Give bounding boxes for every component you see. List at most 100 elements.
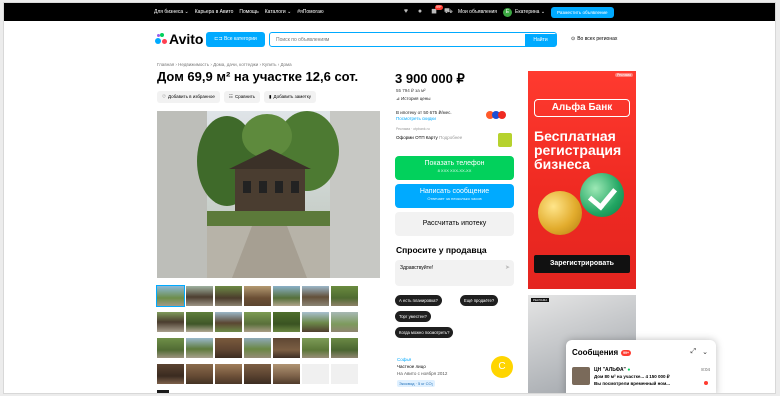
mortgage-offer: В ипотеку от 50 675 ₽/мес. Посмотреть ск… xyxy=(396,110,452,122)
video-thumbnail-marker[interactable] xyxy=(157,390,169,393)
user-menu[interactable]: Е Екатерина ⌄ xyxy=(503,7,545,17)
chip-bargain[interactable]: Торг уместен? xyxy=(395,311,431,322)
chip-when-visit[interactable]: Когда можно посмотреть? xyxy=(395,327,454,338)
mortgage-calc-button[interactable]: Рассчитать ипотеку xyxy=(395,212,514,236)
chart-icon: ⊿ xyxy=(396,96,400,101)
thumbnail[interactable] xyxy=(244,364,271,384)
chat-sender[interactable]: ЦН "АЛЬФА" ● xyxy=(594,367,630,373)
notifications-bell-icon[interactable]: ● xyxy=(416,8,424,16)
page-title: Дом 69,9 м² на участке 12,6 сот. xyxy=(157,69,359,84)
thumbnail[interactable] xyxy=(244,338,271,358)
ask-seller-input[interactable]: Здравствуйте! ➤ xyxy=(395,260,514,286)
compare-button[interactable]: ☷ Сравнить xyxy=(223,91,261,103)
alfa-bank-ad[interactable]: Реклама Альфа Банк Бесплатная регистраци… xyxy=(528,71,636,289)
topbar-link-ihelp[interactable]: #яПомогаю xyxy=(297,9,323,15)
price-history-link[interactable]: ⊿ История цены xyxy=(396,96,431,102)
browser-page: Для бизнеса ⌄ Карьера в Авито Помощь Кат… xyxy=(3,2,776,394)
seller-avatar[interactable]: С xyxy=(491,356,513,378)
region-selector[interactable]: ⊙ Во всех регионах xyxy=(571,36,617,42)
chip-plan[interactable]: А есть планировка? xyxy=(395,295,442,306)
thumbnail[interactable] xyxy=(302,312,329,332)
thumbnail[interactable] xyxy=(186,312,213,332)
messages-title[interactable]: Сообщения 99+ xyxy=(572,348,632,357)
otp-ad[interactable]: Оформи ОТП Карту Подробнее xyxy=(396,135,462,140)
thumbnail[interactable] xyxy=(244,312,271,332)
register-button[interactable]: Зарегистрировать xyxy=(534,255,630,273)
logo-text: Avito xyxy=(169,31,204,47)
otp-logo-icon xyxy=(498,133,512,147)
otp-more[interactable]: Подробнее xyxy=(439,135,462,140)
post-ad-button[interactable]: Разместить объявление xyxy=(551,6,614,18)
compare-icon: ☷ xyxy=(228,94,233,99)
search-button[interactable]: Найти xyxy=(525,33,556,46)
chat-thumbnail[interactable] xyxy=(572,367,590,385)
thumbnail[interactable] xyxy=(157,312,184,332)
heart-icon: ♡ xyxy=(162,94,167,99)
thumbnail[interactable] xyxy=(157,338,184,358)
add-favorite-button[interactable]: ♡ Добавить в избранное xyxy=(157,91,220,103)
search-bar: Найти xyxy=(269,32,557,47)
show-phone-label: Показать телефон xyxy=(424,160,485,167)
write-message-button[interactable]: Написать сообщение Отвечает за несколько… xyxy=(395,184,514,208)
all-categories-button[interactable]: ⊏⊐ Все категории xyxy=(206,32,265,47)
topbar-link-business[interactable]: Для бизнеса ⌄ xyxy=(154,9,189,15)
thumbnail[interactable] xyxy=(273,338,300,358)
thumbnail[interactable] xyxy=(331,312,358,332)
seller-since: На Авито с ноября 2012 xyxy=(397,371,448,376)
thumbnail[interactable] xyxy=(244,286,271,306)
seller-name[interactable]: Софья xyxy=(397,357,411,362)
thumbnail[interactable] xyxy=(186,338,213,358)
thumbnail[interactable] xyxy=(302,364,329,384)
ad-marker: Реклама · otpbank.ru xyxy=(396,127,430,131)
search-input[interactable] xyxy=(270,33,525,46)
avito-logo[interactable]: Avito xyxy=(155,31,203,47)
mortgage-discount-link[interactable]: Посмотреть скидки xyxy=(396,116,452,122)
bank-logos xyxy=(486,111,506,119)
show-phone-button[interactable]: Показать телефон 8 XXX XXX-XX-XX xyxy=(395,156,514,180)
thumbnail[interactable] xyxy=(273,312,300,332)
online-dot-icon: ● xyxy=(627,367,631,373)
house-photo-image xyxy=(157,111,380,278)
messages-title-text: Сообщения xyxy=(572,348,619,357)
thumbnail[interactable] xyxy=(273,364,300,384)
thumbnail[interactable] xyxy=(157,364,184,384)
add-favorite-label: Добавить в избранное xyxy=(168,94,215,99)
thumbnail[interactable] xyxy=(302,338,329,358)
expand-icon[interactable]: ⤢ xyxy=(691,348,697,356)
thumbnail[interactable] xyxy=(156,285,185,307)
thumbnail[interactable] xyxy=(186,286,213,306)
messages-icon[interactable]: ◼ 99+ xyxy=(430,5,443,16)
ask-seller-value: Здравствуйте! xyxy=(400,265,434,271)
coin-icon xyxy=(538,191,582,235)
favorites-heart-icon[interactable]: ♥ xyxy=(402,8,410,16)
my-ads-link[interactable]: Мои объявления xyxy=(458,9,497,15)
thumbnail[interactable] xyxy=(273,286,300,306)
add-note-button[interactable]: ▮ Добавить заметку xyxy=(264,91,316,103)
thumbnail[interactable] xyxy=(331,286,358,306)
send-icon[interactable]: ➤ xyxy=(505,264,510,271)
chat-subject-text: Дом 80 м² на участке... xyxy=(594,374,645,379)
topbar-link-career[interactable]: Карьера в Авито xyxy=(195,9,234,15)
thumbnail[interactable] xyxy=(331,364,358,384)
reply-time: Отвечает за несколько часов xyxy=(427,196,482,201)
chat-subject-price: 4 150 000 ₽ xyxy=(645,374,670,379)
thumbnail[interactable] xyxy=(331,338,358,358)
thumbnail[interactable] xyxy=(215,364,242,384)
topbar-link-help[interactable]: Помощь xyxy=(239,9,258,15)
main-photo[interactable] xyxy=(157,111,380,278)
topbar-link-catalogs[interactable]: Каталоги ⌄ xyxy=(265,9,292,15)
thumbnail[interactable] xyxy=(186,364,213,384)
cart-icon[interactable]: ⛟ xyxy=(444,8,453,16)
chip-still-selling[interactable]: Ещё продаёте? xyxy=(460,295,499,306)
price-history-label: История цены xyxy=(401,96,431,101)
messages-panel: Сообщения 99+ ⤢ ⌄ ЦН "АЛЬФА" ● 8:04 Дом … xyxy=(566,340,716,393)
messages-badge: 99+ xyxy=(621,349,632,356)
thumbnail[interactable] xyxy=(215,286,242,306)
thumbnail[interactable] xyxy=(215,338,242,358)
chat-time: 8:04 xyxy=(701,367,710,372)
thumbnail[interactable] xyxy=(302,286,329,306)
breadcrumb[interactable]: Главная › Недвижимость › Дома, дачи, кот… xyxy=(157,62,292,67)
chat-preview: Вы посмотрели временный ном... xyxy=(594,381,671,386)
thumbnail[interactable] xyxy=(215,312,242,332)
chevron-down-icon[interactable]: ⌄ xyxy=(702,348,708,356)
